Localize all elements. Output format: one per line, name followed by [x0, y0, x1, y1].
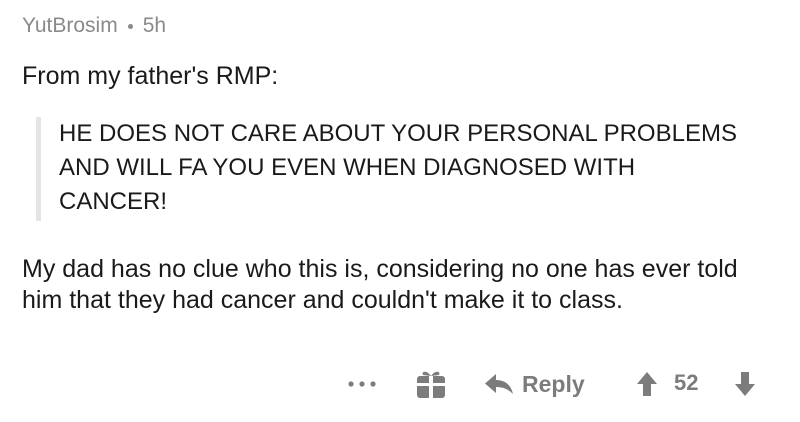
comment-actions: Reply 52: [22, 362, 782, 406]
downvote-arrow-icon[interactable]: [734, 371, 756, 397]
gift-icon[interactable]: [415, 368, 447, 400]
comment-body-text: My dad has no clue who this is, consider…: [22, 255, 738, 314]
comment-meta: YutBrosim 5h: [22, 14, 166, 38]
separator-dot: [127, 23, 133, 29]
blockquote-text: HE DOES NOT CARE ABOUT YOUR PERSONAL PRO…: [59, 120, 737, 215]
reply-label: Reply: [522, 370, 585, 397]
more-dots-icon[interactable]: [342, 370, 382, 398]
comment: YutBrosim 5h From my father's RMP: HE DO…: [22, 0, 782, 422]
author-name[interactable]: YutBrosim: [22, 14, 118, 38]
vote-score: 52: [674, 370, 699, 395]
reply-button[interactable]: Reply: [484, 366, 585, 402]
comment-age: 5h: [142, 14, 167, 37]
upvote-arrow-icon[interactable]: [636, 371, 658, 397]
blockquote: HE DOES NOT CARE ABOUT YOUR PERSONAL PRO…: [36, 117, 741, 221]
comment-lead-text: From my father's RMP:: [22, 62, 279, 90]
reply-arrow-icon: [485, 374, 513, 394]
